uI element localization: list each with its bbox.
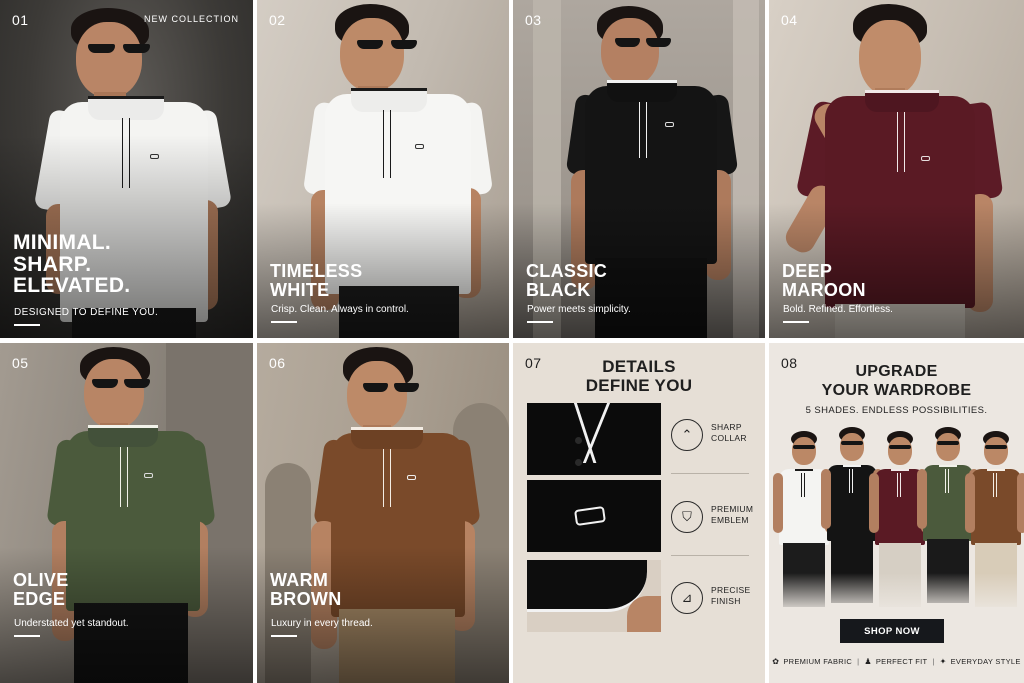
upgrade-subtitle: 5 SHADES. ENDLESS POSSIBILITIES.	[805, 405, 988, 416]
tile-headline: DEEP MAROON	[782, 261, 866, 300]
feature-item: ♟ PERFECT FIT	[864, 657, 928, 666]
tile-timeless-white: 02 TIMELESS WHITE Crisp. Clean. Always i…	[257, 0, 509, 338]
tile-number: 05	[12, 355, 29, 371]
divider	[271, 635, 297, 637]
tile-subtitle: Bold. Refined. Effortless.	[783, 304, 893, 315]
tile-deep-maroon: 04 DEEP MAROON Bold. Refined. Effortless…	[769, 0, 1024, 338]
details-title: DETAILS DEFINE YOU	[585, 357, 693, 396]
feature-strip: ✿ PREMIUM FABRIC | ♟ PERFECT FIT | ✦ EVERYDAY S…	[772, 657, 1021, 666]
tile-headline: MINIMAL. SHARP. ELEVATED.	[13, 231, 131, 298]
collection-tag: NEW COLLECTION	[143, 14, 239, 24]
tile-headline: TIMELESS WHITE	[270, 261, 363, 300]
shop-now-button[interactable]: SHOP NOW	[840, 619, 944, 643]
tile-details: 07 DETAILS DEFINE YOU ⌃ SHARP COLLAR ⛉ P…	[513, 343, 765, 683]
fit-icon: ♟	[864, 657, 872, 666]
divider	[271, 321, 297, 323]
collar-icon: ⌃	[671, 419, 703, 451]
sunglasses-icon	[357, 40, 417, 49]
tile-subtitle: DESIGNED TO DEFINE YOU.	[14, 307, 159, 318]
upgrade-title: UPGRADE YOUR WARDROBE	[821, 363, 972, 399]
sunglasses-icon	[92, 379, 150, 388]
tile-subtitle: Understated yet standout.	[14, 618, 129, 629]
tile-headline: OLIVE EDGE	[13, 570, 69, 609]
tile-upgrade: 08 UPGRADE YOUR WARDROBE 5 SHADES. ENDLE…	[769, 343, 1024, 683]
style-icon: ✦	[939, 657, 947, 666]
sleeve-closeup	[527, 560, 661, 632]
tile-headline: CLASSIC BLACK	[526, 261, 608, 300]
tile-subtitle: Power meets simplicity.	[527, 304, 631, 315]
tile-number: 06	[269, 355, 286, 371]
tile-number: 02	[269, 12, 286, 28]
tile-number: 04	[781, 12, 798, 28]
divider	[783, 321, 809, 323]
tile-number: 08	[781, 355, 798, 371]
divider	[671, 555, 749, 556]
tile-subtitle: Crisp. Clean. Always in control.	[271, 304, 409, 315]
finish-icon: ⊿	[671, 582, 703, 614]
feature-item: ✦ EVERYDAY STYLE	[939, 657, 1021, 666]
divider	[527, 321, 553, 323]
divider	[671, 473, 749, 474]
emblem-closeup	[527, 480, 661, 552]
tile-warm-brown: 06 WARM BROWN Luxury in every thread.	[257, 343, 509, 683]
lookbook-grid: 01 NEW COLLECTION MINIMAL. SHARP. ELEVAT…	[0, 0, 1024, 683]
tile-classic-black: 03 CLASSIC BLACK Power meets simplicity.	[513, 0, 765, 338]
tile-minimal-sharp: 01 NEW COLLECTION MINIMAL. SHARP. ELEVAT…	[0, 0, 253, 338]
tile-subtitle: Luxury in every thread.	[271, 618, 373, 629]
emblem-icon: ⛉	[671, 501, 703, 533]
fabric-icon: ✿	[772, 657, 780, 666]
divider	[14, 635, 40, 637]
tile-number: 07	[525, 355, 542, 371]
sunglasses-icon	[363, 383, 419, 392]
tile-olive-edge: 05 OLIVE EDGE Understated yet standout.	[0, 343, 253, 683]
feature-item: ✿ PREMIUM FABRIC	[772, 657, 853, 666]
tile-number: 01	[12, 12, 29, 28]
divider	[14, 324, 40, 326]
tile-headline: WARM BROWN	[270, 570, 342, 609]
tile-number: 03	[525, 12, 542, 28]
sunglasses-icon	[88, 44, 150, 53]
sunglasses-icon	[615, 38, 671, 47]
collar-closeup	[527, 403, 661, 475]
